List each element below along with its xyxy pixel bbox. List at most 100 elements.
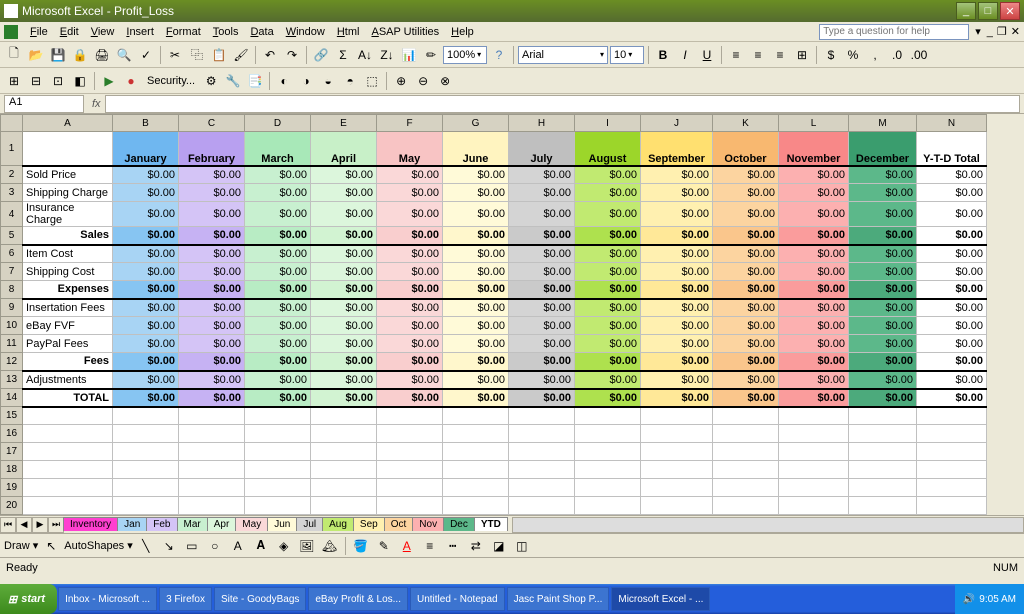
- copy-button[interactable]: ⿻: [187, 45, 207, 65]
- cell[interactable]: $0.00: [849, 389, 917, 407]
- cell[interactable]: $0.00: [575, 299, 641, 317]
- cell[interactable]: $0.00: [377, 371, 443, 389]
- cell[interactable]: $0.00: [713, 227, 779, 245]
- underline-button[interactable]: U: [697, 45, 717, 65]
- bold-button[interactable]: B: [653, 45, 673, 65]
- cell[interactable]: $0.00: [311, 281, 377, 299]
- cell[interactable]: [779, 461, 849, 479]
- cell[interactable]: $0.00: [113, 335, 179, 353]
- cell[interactable]: $0.00: [311, 317, 377, 335]
- shadow-button[interactable]: ◪: [489, 536, 509, 556]
- menu-insert[interactable]: Insert: [120, 24, 160, 40]
- cell[interactable]: [311, 497, 377, 515]
- row-label[interactable]: Fees: [23, 353, 113, 371]
- row-header-10[interactable]: 10: [1, 317, 23, 335]
- cell[interactable]: $0.00: [917, 184, 987, 202]
- taskbar-item[interactable]: Microsoft Excel - ...: [611, 587, 710, 611]
- menu-data[interactable]: Data: [244, 24, 279, 40]
- cell[interactable]: $0.00: [377, 353, 443, 371]
- cell[interactable]: $0.00: [641, 299, 713, 317]
- cell[interactable]: $0.00: [575, 317, 641, 335]
- start-button[interactable]: ⊞start: [0, 584, 57, 614]
- cell[interactable]: [575, 425, 641, 443]
- cell[interactable]: [575, 443, 641, 461]
- cell[interactable]: $0.00: [917, 371, 987, 389]
- cell[interactable]: $0.00: [113, 227, 179, 245]
- cell[interactable]: [849, 461, 917, 479]
- row-label[interactable]: Shipping Charge: [23, 184, 113, 202]
- col-header-N[interactable]: N: [917, 115, 987, 132]
- cell[interactable]: $0.00: [377, 184, 443, 202]
- cell[interactable]: [311, 479, 377, 497]
- cell[interactable]: $0.00: [849, 202, 917, 227]
- dash-style-button[interactable]: ┅: [443, 536, 463, 556]
- cell[interactable]: $0.00: [179, 184, 245, 202]
- cell[interactable]: [179, 479, 245, 497]
- cell[interactable]: $0.00: [245, 353, 311, 371]
- name-box[interactable]: A1: [4, 95, 84, 113]
- cell[interactable]: $0.00: [849, 371, 917, 389]
- cell[interactable]: $0.00: [575, 245, 641, 263]
- cell[interactable]: [779, 479, 849, 497]
- row-header-15[interactable]: 15: [1, 407, 23, 425]
- row-header-14[interactable]: 14: [1, 389, 23, 407]
- cell[interactable]: $0.00: [443, 371, 509, 389]
- tb2-btn10[interactable]: ◐: [274, 71, 294, 91]
- cell[interactable]: $0.00: [179, 166, 245, 184]
- cell[interactable]: $0.00: [849, 166, 917, 184]
- cell[interactable]: [311, 407, 377, 425]
- print-preview-button[interactable]: 🔍: [114, 45, 134, 65]
- cell[interactable]: [113, 407, 179, 425]
- menu-format[interactable]: Format: [160, 24, 207, 40]
- cell[interactable]: [113, 425, 179, 443]
- cell[interactable]: $0.00: [179, 299, 245, 317]
- zoom-combo[interactable]: 100%▾: [443, 46, 487, 64]
- col-header-D[interactable]: D: [245, 115, 311, 132]
- tb2-btn11[interactable]: ◑: [296, 71, 316, 91]
- row-header-3[interactable]: 3: [1, 184, 23, 202]
- cell[interactable]: $0.00: [713, 317, 779, 335]
- cell[interactable]: $0.00: [779, 299, 849, 317]
- cell[interactable]: $0.00: [641, 245, 713, 263]
- cell[interactable]: [377, 479, 443, 497]
- cell[interactable]: $0.00: [779, 245, 849, 263]
- month-header[interactable]: April: [311, 132, 377, 166]
- cell[interactable]: [849, 425, 917, 443]
- security-button[interactable]: Security...: [143, 75, 199, 87]
- menu-file[interactable]: File: [24, 24, 54, 40]
- cell[interactable]: $0.00: [917, 281, 987, 299]
- cell[interactable]: $0.00: [509, 184, 575, 202]
- cell[interactable]: $0.00: [311, 227, 377, 245]
- cell[interactable]: $0.00: [575, 335, 641, 353]
- cell[interactable]: $0.00: [849, 317, 917, 335]
- format-painter-button[interactable]: 🖌: [231, 45, 251, 65]
- cell[interactable]: $0.00: [179, 281, 245, 299]
- line-button[interactable]: ╲: [136, 536, 156, 556]
- tb2-btn17[interactable]: ⊗: [435, 71, 455, 91]
- cell[interactable]: $0.00: [779, 184, 849, 202]
- cell[interactable]: $0.00: [849, 281, 917, 299]
- cell[interactable]: $0.00: [179, 371, 245, 389]
- cell[interactable]: $0.00: [575, 184, 641, 202]
- paste-button[interactable]: 📋: [209, 45, 229, 65]
- cell[interactable]: [113, 479, 179, 497]
- cell[interactable]: $0.00: [641, 184, 713, 202]
- textbox-button[interactable]: A: [228, 536, 248, 556]
- col-header-H[interactable]: H: [509, 115, 575, 132]
- diagram-button[interactable]: ◈: [274, 536, 294, 556]
- cell[interactable]: $0.00: [509, 317, 575, 335]
- cell[interactable]: $0.00: [377, 335, 443, 353]
- cell[interactable]: $0.00: [311, 245, 377, 263]
- cell[interactable]: $0.00: [917, 227, 987, 245]
- align-right-button[interactable]: ≡: [770, 45, 790, 65]
- fill-color-button[interactable]: 🪣: [351, 536, 371, 556]
- row-header-20[interactable]: 20: [1, 497, 23, 515]
- 3d-button[interactable]: ◫: [512, 536, 532, 556]
- row-label[interactable]: Sold Price: [23, 166, 113, 184]
- cell[interactable]: [179, 407, 245, 425]
- row-header-11[interactable]: 11: [1, 335, 23, 353]
- cell[interactable]: [245, 479, 311, 497]
- cell[interactable]: [23, 407, 113, 425]
- line-color-button[interactable]: ✎: [374, 536, 394, 556]
- rectangle-button[interactable]: ▭: [182, 536, 202, 556]
